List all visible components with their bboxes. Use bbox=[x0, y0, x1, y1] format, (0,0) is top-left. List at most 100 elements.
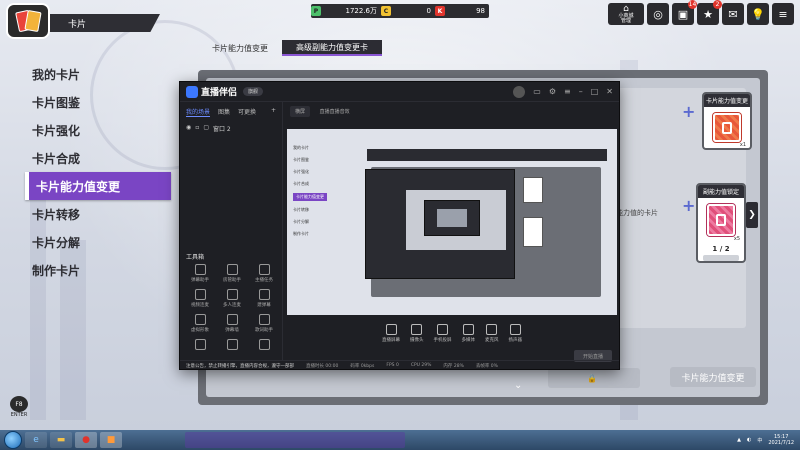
chat-icon bbox=[258, 289, 270, 300]
tool-avatar[interactable]: 虚拟形象 bbox=[184, 314, 216, 333]
stat-change-button[interactable]: 卡片能力值变更 bbox=[670, 367, 756, 387]
tool-multi-link[interactable]: 多人连麦 bbox=[216, 289, 248, 308]
hint-button[interactable]: 💡 bbox=[747, 3, 769, 25]
next-arrow-icon[interactable]: ❯ bbox=[746, 202, 758, 228]
clock[interactable]: 15:17 2021/7/12 bbox=[768, 434, 794, 446]
tool-danmaku-assistant[interactable]: 弹幕助手 bbox=[184, 264, 216, 283]
tool-icon bbox=[194, 339, 206, 350]
app-titlebar: 直播伴侣 旗舰 ▭ ⚙ ≡ – □ ✕ bbox=[180, 82, 619, 102]
phone-cast-button[interactable]: 手机投屏 bbox=[434, 324, 452, 360]
medal-icon: ◎ bbox=[653, 7, 663, 21]
app-main-area: 横屏 直播直播音效 我的卡片 卡片图鉴 卡片强化 卡片合成 卡片能力值变更 卡片… bbox=[284, 102, 620, 362]
tool-extra-1[interactable] bbox=[184, 339, 216, 350]
status-notice: 注意公告，禁止转播引擎，直播内容合规，遵守一部部 bbox=[186, 363, 294, 369]
tab-stat-change[interactable]: 卡片能力值变更 bbox=[198, 40, 282, 56]
speaker-button[interactable]: 扬声器 bbox=[509, 324, 522, 360]
tool-icon bbox=[258, 339, 270, 350]
avatar-icon bbox=[194, 314, 206, 325]
ime-icon[interactable]: 中 bbox=[757, 437, 762, 444]
menu-item-card-stat-change[interactable]: 卡片能力值变更 bbox=[25, 172, 171, 200]
tool-extra-3[interactable] bbox=[248, 339, 280, 350]
microphone-icon bbox=[486, 324, 498, 335]
plus-icon: + bbox=[682, 102, 696, 121]
task-icon bbox=[258, 264, 270, 275]
avatar[interactable] bbox=[513, 85, 526, 98]
tool-room-manager[interactable]: 房管助手 bbox=[216, 264, 248, 283]
tool-extra-2[interactable] bbox=[216, 339, 248, 350]
nested-slot bbox=[523, 177, 543, 203]
danmaku-icon bbox=[194, 264, 206, 275]
p-coin-icon: P bbox=[311, 6, 321, 16]
tab-advanced-substat-card[interactable]: 高级副能力值变更卡 bbox=[282, 40, 382, 56]
menu-item-my-cards[interactable]: 我的卡片 bbox=[25, 60, 171, 88]
plus-icon: + bbox=[682, 196, 696, 215]
nested-app-window bbox=[365, 169, 515, 279]
add-icon[interactable]: + bbox=[271, 107, 276, 117]
top-right-toolbar: ⌂ 小商城 管理 ◎ ▣ 14 ★ 2 ✉ 💡 ≡ bbox=[608, 0, 794, 25]
enter-key-hint[interactable]: F8 ENTER bbox=[10, 396, 28, 418]
lock-button[interactable]: 🔒 bbox=[548, 368, 640, 388]
menu-item-make-card[interactable]: 制作卡片 bbox=[25, 256, 171, 284]
eye-icon[interactable]: ◉ bbox=[186, 124, 191, 133]
taskbar-window-strip[interactable] bbox=[185, 432, 405, 448]
microphone-button[interactable]: 麦克风 bbox=[485, 324, 499, 360]
tab-landscape[interactable]: 横屏 bbox=[290, 106, 311, 117]
c-coin-icon: C bbox=[381, 6, 391, 16]
folder-icon[interactable]: ▬ bbox=[50, 432, 72, 448]
tool-lyrics[interactable]: 歌词助手 bbox=[248, 314, 280, 333]
lock-icon: 🔒 bbox=[587, 373, 597, 383]
ie-icon[interactable]: e bbox=[25, 432, 47, 448]
lock-icon[interactable]: ▫ bbox=[195, 124, 199, 133]
card-logo-icon[interactable] bbox=[6, 3, 50, 39]
menu-item-card-transfer[interactable]: 卡片转移 bbox=[25, 200, 171, 228]
stat-change-card-icon bbox=[713, 113, 741, 142]
reward-button[interactable]: ◎ bbox=[647, 3, 669, 25]
tab-replaceable[interactable]: 可更换 bbox=[238, 107, 256, 117]
app-left-tabs: 我的场景 图集 可更换 + bbox=[180, 102, 282, 122]
scene-item[interactable]: ◉ ▫ ▢ 窗口 2 bbox=[180, 122, 282, 135]
video-icon bbox=[194, 289, 206, 300]
tab-my-scene[interactable]: 我的场景 bbox=[186, 107, 211, 117]
tab-gallery[interactable]: 图集 bbox=[218, 107, 230, 117]
screen-capture-button[interactable]: 直播屏幕 bbox=[382, 324, 400, 360]
minimize-icon[interactable]: – bbox=[579, 87, 583, 96]
menu-item-card-disassemble[interactable]: 卡片分解 bbox=[25, 228, 171, 256]
currency-c: C 0 bbox=[381, 4, 435, 18]
tool-video-link[interactable]: 视频连麦 bbox=[184, 289, 216, 308]
chevron-down-icon[interactable]: ⌄ bbox=[514, 380, 526, 391]
preview-tabs: 横屏 直播直播音效 bbox=[284, 102, 620, 124]
mail-button[interactable]: ✉ bbox=[722, 3, 744, 25]
multimedia-button[interactable]: 多媒体 bbox=[462, 324, 475, 360]
menu-item-card-enhance[interactable]: 卡片强化 bbox=[25, 116, 171, 144]
content-tabs: 卡片能力值变更 高级副能力值变更卡 bbox=[198, 40, 382, 56]
streaming-app-window[interactable]: 直播伴侣 旗舰 ▭ ⚙ ≡ – □ ✕ 我的场景 图集 可更换 + ◉ ▫ ▢ … bbox=[179, 81, 620, 370]
message-icon[interactable]: ▭ bbox=[533, 87, 541, 96]
maximize-icon[interactable]: □ bbox=[591, 87, 599, 96]
stream-preview[interactable]: 我的卡片 卡片图鉴 卡片强化 卡片合成 卡片能力值变更 卡片转移 卡片分解 制作… bbox=[287, 129, 617, 315]
volume-icon[interactable]: ◐ bbox=[747, 437, 751, 443]
game-icon[interactable]: ■ bbox=[100, 432, 122, 448]
more-icon[interactable]: ≡ bbox=[564, 87, 571, 96]
app-icon[interactable]: ● bbox=[75, 432, 97, 448]
substat-lock-card-slot[interactable]: 副能力值锁定 x5 1 / 2 bbox=[696, 183, 746, 263]
currency-bar: P 1722.6万 C 0 K 98 bbox=[311, 4, 489, 18]
close-icon[interactable]: ✕ bbox=[606, 87, 613, 96]
app-left-panel: 我的场景 图集 可更换 + ◉ ▫ ▢ 窗口 2 工具箱 弹幕助手 房管助手 主… bbox=[180, 102, 283, 360]
start-button[interactable] bbox=[4, 431, 22, 449]
camera-button[interactable]: 摄像头 bbox=[410, 324, 424, 360]
mail-icon: ✉ bbox=[728, 7, 738, 21]
tool-build-danmaku[interactable]: 建弹幕 bbox=[248, 289, 280, 308]
stat-change-card-slot[interactable]: 卡片能力值变更 x1 bbox=[702, 92, 752, 150]
slot-confirm-button[interactable] bbox=[703, 254, 739, 261]
slot-title: 卡片能力值变更 bbox=[704, 94, 750, 107]
menu-item-card-collection[interactable]: 卡片图鉴 bbox=[25, 88, 171, 116]
shop-manage-button[interactable]: ⌂ 小商城 管理 bbox=[608, 3, 644, 25]
menu-button[interactable]: ≡ bbox=[772, 3, 794, 25]
tool-anchor-task[interactable]: 主播任务 bbox=[248, 264, 280, 283]
menu-item-card-merge[interactable]: 卡片合成 bbox=[25, 144, 171, 172]
tool-danmaku-wall[interactable]: 弹幕墙 bbox=[216, 314, 248, 333]
settings-icon[interactable]: ⚙ bbox=[549, 87, 556, 96]
network-icon[interactable]: ▲ bbox=[737, 437, 741, 443]
gift-button[interactable]: ▣ 14 bbox=[672, 0, 697, 25]
star-button[interactable]: ★ 2 bbox=[697, 0, 722, 25]
